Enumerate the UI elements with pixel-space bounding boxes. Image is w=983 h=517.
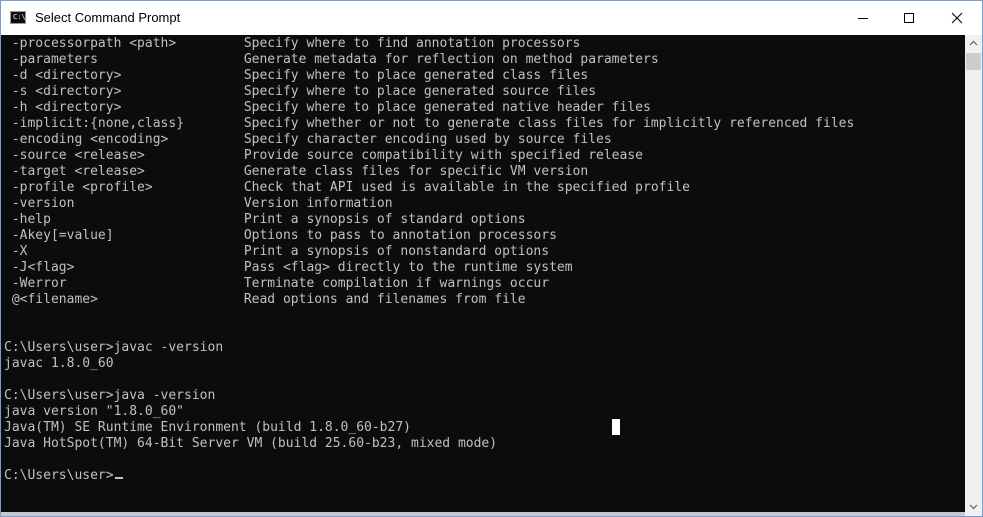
option-line: -J<flag> Pass <flag> directly to the runt… [4,260,854,276]
chevron-up-icon [969,40,978,46]
maximize-icon [904,13,914,23]
blank-line [4,372,854,388]
option-flag: -Akey[=value] [11,228,114,243]
option-desc: Print a synopsis of standard options [243,212,526,227]
maximize-button[interactable] [886,1,932,35]
option-desc: Terminate compilation if warnings occur [243,276,550,291]
command-line: C:\Users\user>javac -version [4,340,224,355]
option-desc: Read options and filenames from file [243,292,526,307]
option-desc: Print a synopsis of nonstandard options [243,244,550,259]
option-line: -parameters Generate metadata for reflect… [4,52,854,68]
text-cursor [114,477,123,479]
window-title: Select Command Prompt [35,10,181,25]
option-flag: -profile <profile> [11,180,153,195]
block-cursor [612,419,620,435]
option-flag: -s <directory> [11,84,122,99]
option-desc: Version information [243,196,393,211]
console-output[interactable]: -processorpath <path> Specify where to fi… [1,35,965,516]
console-lines: -processorpath <path> Specify where to fi… [4,36,854,484]
option-flag: -processorpath <path> [11,36,177,51]
option-line: -Akey[=value] Options to pass to annotati… [4,228,854,244]
prompt-line[interactable]: C:\Users\user> [4,468,854,484]
scroll-up-button[interactable] [965,35,982,52]
option-line: @<filename> Read options and filenames fr… [4,292,854,308]
option-line: -version Version information [4,196,854,212]
prompt-text: C:\Users\user> [4,468,114,483]
output-line: Java(TM) SE Runtime Environment (build 1… [4,420,411,435]
option-desc: Specify where to place generated native … [243,100,651,115]
chevron-down-icon [969,504,978,510]
option-desc: Specify where to place generated source … [243,84,597,99]
command-line: C:\Users\user>java -version [4,388,216,403]
option-desc: Options to pass to annotation processors [243,228,557,243]
cmd-icon[interactable]: C:\ [10,11,26,24]
window-bottom-edge [1,512,965,516]
option-desc: Generate class files for specific VM ver… [243,164,589,179]
scroll-down-button[interactable] [965,499,982,516]
blank-line [4,324,854,340]
option-line: -target <release> Generate class files fo… [4,164,854,180]
option-flag: -target <release> [11,164,145,179]
minimize-button[interactable] [840,1,886,35]
blank-line [4,308,854,324]
option-flag: -version [11,196,75,211]
option-desc: Specify character encoding used by sourc… [243,132,612,147]
option-line: -source <release> Provide source compatib… [4,148,854,164]
option-desc: Specify where to place generated class f… [243,68,589,83]
output-line: javac 1.8.0_60 [4,356,114,371]
option-flag: -implicit:{none,class} [11,116,185,131]
output-line: java version "1.8.0_60" [4,404,185,419]
option-flag: @<filename> [11,292,98,307]
option-flag: -Werror [11,276,67,291]
option-line: -implicit:{none,class} Specify whether or… [4,116,854,132]
option-desc: Check that API used is available in the … [243,180,690,195]
command-prompt-window: C:\ Select Command Prompt -processorpath… [0,0,983,517]
option-desc: Specify whether or not to generate class… [243,116,855,131]
close-icon [951,12,963,24]
option-desc: Specify where to find annotation process… [243,36,581,51]
option-line: -Werror Terminate compilation if warnings… [4,276,854,292]
option-flag: -h <directory> [11,100,122,115]
option-flag: -d <directory> [11,68,122,83]
minimize-icon [858,18,868,19]
close-button[interactable] [932,1,982,35]
title-bar[interactable]: C:\ Select Command Prompt [1,1,982,35]
vertical-scrollbar[interactable] [965,35,982,516]
option-line: -X Print a synopsis of nonstandard option… [4,244,854,260]
option-desc: Generate metadata for reflection on meth… [243,52,659,67]
option-line: -profile <profile> Check that API used is… [4,180,854,196]
option-line: -h <directory> Specify where to place gen… [4,100,854,116]
option-desc: Provide source compatibility with specif… [243,148,643,163]
option-flag: -source <release> [11,148,145,163]
option-flag: -J<flag> [11,260,75,275]
option-flag: -help [11,212,51,227]
option-line: -d <directory> Specify where to place gen… [4,68,854,84]
output-line: Java HotSpot(TM) 64-Bit Server VM (build… [4,436,498,451]
option-flag: -encoding <encoding> [11,132,169,147]
option-line: -processorpath <path> Specify where to fi… [4,36,854,52]
option-line: -s <directory> Specify where to place gen… [4,84,854,100]
blank-line [4,452,854,468]
scrollbar-thumb[interactable] [966,53,981,70]
option-line: -encoding <encoding> Specify character en… [4,132,854,148]
cmd-icon-text: C:\ [13,13,26,21]
option-line: -help Print a synopsis of standard option… [4,212,854,228]
option-flag: -X [11,244,28,259]
option-flag: -parameters [11,52,98,67]
option-desc: Pass <flag> directly to the runtime syst… [243,260,573,275]
